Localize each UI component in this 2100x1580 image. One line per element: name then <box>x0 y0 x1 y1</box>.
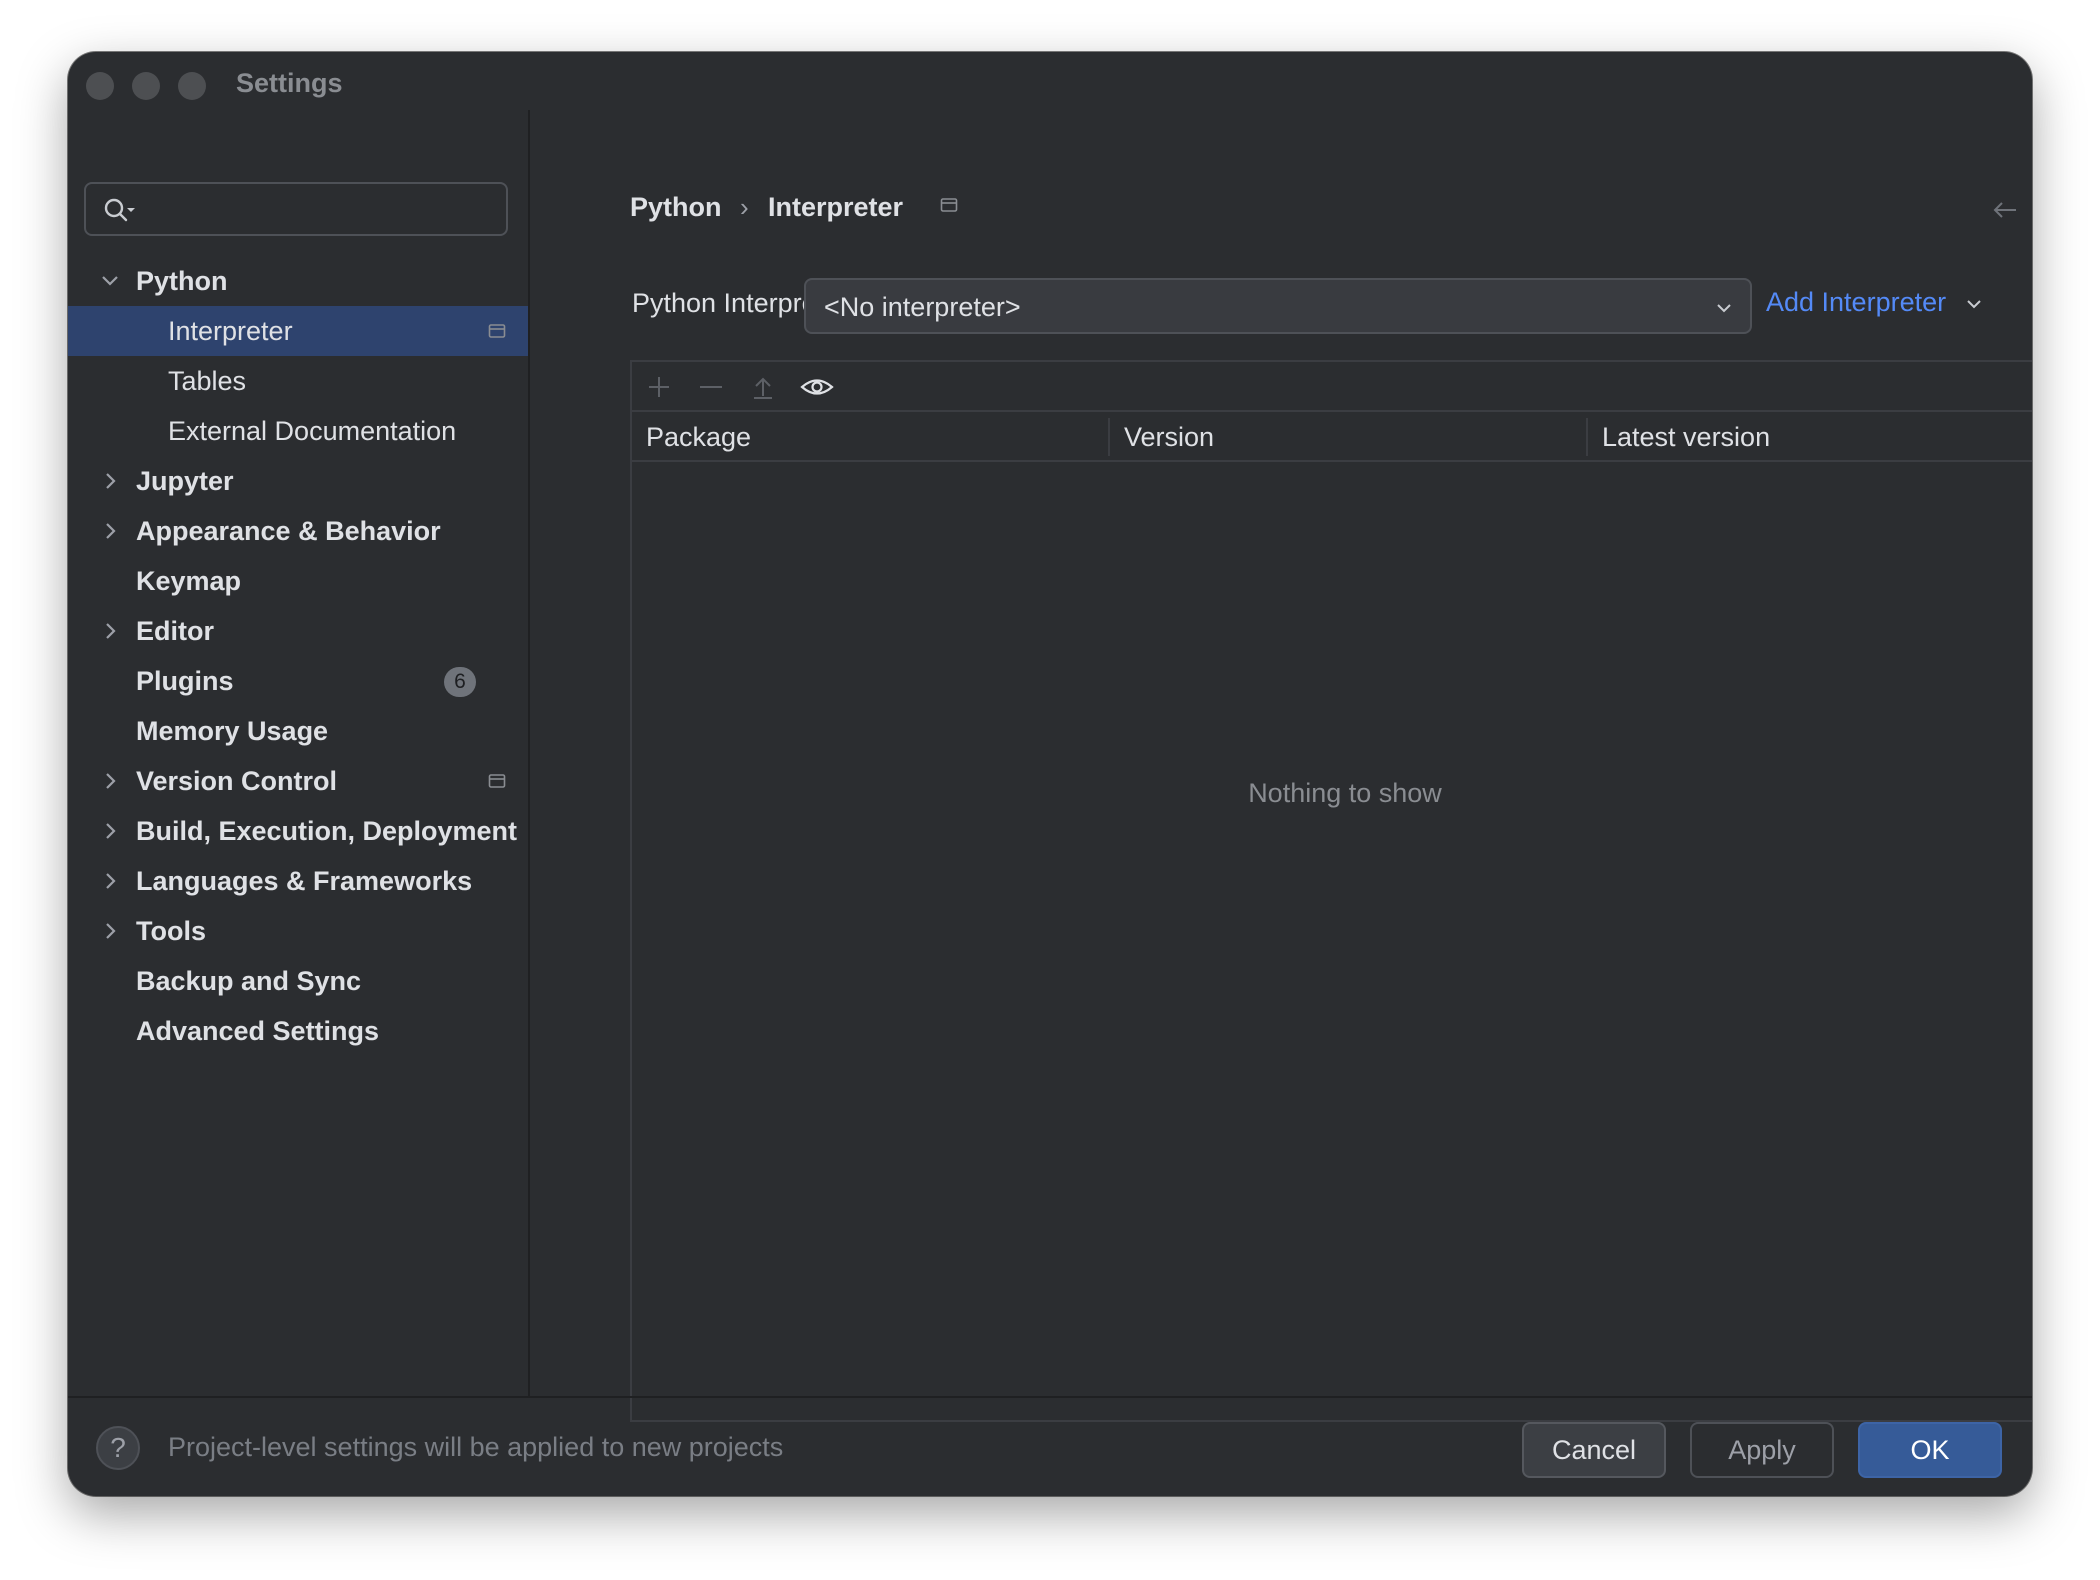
project-level-icon <box>488 324 506 338</box>
minimize-window-button[interactable] <box>132 72 160 100</box>
sidebar-item-label: Languages & Frameworks <box>136 866 473 896</box>
sidebar-item-appearance-behavior[interactable]: Appearance & Behavior <box>68 506 528 556</box>
sidebar-item-label: Version Control <box>136 766 338 796</box>
sidebar-item-jupyter[interactable]: Jupyter <box>68 456 528 506</box>
chevron-right-icon[interactable] <box>98 819 122 843</box>
python-interpreter-select[interactable]: <No interpreter> <box>804 278 1752 334</box>
chevron-right-icon[interactable] <box>98 919 122 943</box>
search-input[interactable] <box>84 182 508 236</box>
sidebar-item-editor[interactable]: Editor <box>68 606 528 656</box>
help-button[interactable]: ? <box>96 1426 140 1470</box>
sidebar-item-backup-and-sync[interactable]: Backup and Sync <box>68 956 528 1006</box>
sidebar-item-advanced-settings[interactable]: Advanced Settings <box>68 1006 528 1056</box>
title-bar: Settings <box>68 52 2032 116</box>
sidebar-item-label: Jupyter <box>136 466 234 496</box>
zoom-window-button[interactable] <box>178 72 206 100</box>
sidebar-item-label: Interpreter <box>168 316 293 346</box>
sidebar-item-label: Tools <box>136 916 206 946</box>
sidebar-item-label: Backup and Sync <box>136 966 362 996</box>
window-title: Settings <box>236 68 343 98</box>
sidebar-item-tables[interactable]: Tables <box>68 356 528 406</box>
sidebar-item-interpreter[interactable]: Interpreter <box>68 306 528 356</box>
sidebar-item-label: Appearance & Behavior <box>136 516 441 546</box>
packages-panel: Package Version Latest version Nothing t… <box>630 360 2032 1422</box>
column-header-label: Latest version <box>1602 422 1771 452</box>
close-window-button[interactable] <box>86 72 114 100</box>
chevron-right-icon[interactable] <box>98 769 122 793</box>
empty-state-text: Nothing to show <box>1248 778 1442 808</box>
sidebar-item-build-execution-deployment[interactable]: Build, Execution, Deployment <box>68 806 528 856</box>
sidebar-item-label: Editor <box>136 616 214 646</box>
python-interpreter-value: <No interpreter> <box>824 292 1021 322</box>
settings-content: Python › Interpreter Python Interpreter:… <box>530 116 2032 1422</box>
settings-window: Settings Python Interpreter Tables Exter… <box>68 52 2032 1496</box>
sidebar-item-label: Advanced Settings <box>136 1016 380 1046</box>
column-header-label: Package <box>646 422 752 452</box>
chevron-right-icon[interactable] <box>98 619 122 643</box>
chevron-down-icon[interactable] <box>98 269 122 293</box>
sidebar-item-label: Plugins <box>136 666 234 696</box>
sidebar-item-keymap[interactable]: Keymap <box>68 556 528 606</box>
column-header-version[interactable]: Version <box>1110 412 1586 460</box>
sidebar-item-plugins[interactable]: Plugins 6 <box>68 656 528 706</box>
breadcrumb-parent[interactable]: Python <box>630 192 722 223</box>
dialog-footer: ? Project-level settings will be applied… <box>68 1396 2032 1496</box>
sidebar-item-external-documentation[interactable]: External Documentation <box>68 406 528 456</box>
back-arrow-icon[interactable] <box>1990 198 2020 222</box>
chevron-down-icon <box>1717 304 1731 313</box>
packages-table-header: Package Version Latest version <box>632 412 2032 462</box>
chevron-down-icon[interactable] <box>1964 294 1984 314</box>
sidebar-item-version-control[interactable]: Version Control <box>68 756 528 806</box>
sidebar-item-label: Tables <box>168 366 247 396</box>
sidebar-item-label: External Documentation <box>168 416 457 446</box>
column-header-label: Version <box>1124 422 1215 452</box>
sidebar-item-label: Python <box>136 266 228 296</box>
project-level-icon <box>940 198 958 212</box>
footer-message: Project-level settings will be applied t… <box>168 1432 784 1462</box>
sidebar-item-languages-frameworks[interactable]: Languages & Frameworks <box>68 856 528 906</box>
packages-toolbar <box>632 362 2032 412</box>
breadcrumb-separator: › <box>740 192 749 222</box>
breadcrumb-current: Interpreter <box>768 192 904 222</box>
cancel-button[interactable]: Cancel <box>1522 1422 1666 1478</box>
add-package-icon[interactable] <box>644 374 674 400</box>
sidebar-item-python[interactable]: Python <box>68 256 528 306</box>
apply-button[interactable]: Apply <box>1690 1422 1834 1478</box>
column-header-package[interactable]: Package <box>632 412 1108 460</box>
search-icon <box>104 198 135 222</box>
remove-package-icon[interactable] <box>696 374 726 400</box>
project-level-icon <box>488 774 506 788</box>
sidebar-item-label: Build, Execution, Deployment <box>136 816 518 846</box>
eye-icon[interactable] <box>800 374 834 400</box>
column-header-latest-version[interactable]: Latest version <box>1588 412 2032 460</box>
ok-button[interactable]: OK <box>1858 1422 2002 1478</box>
sidebar-item-memory-usage[interactable]: Memory Usage <box>68 706 528 756</box>
sidebar-item-tools[interactable]: Tools <box>68 906 528 956</box>
sidebar-item-label: Memory Usage <box>136 716 329 746</box>
chevron-right-icon[interactable] <box>98 519 122 543</box>
add-interpreter-link[interactable]: Add Interpreter <box>1766 287 1946 318</box>
sidebar-item-label: Keymap <box>136 566 242 596</box>
plugins-update-badge: 6 <box>444 667 476 697</box>
settings-sidebar: Python Interpreter Tables External Docum… <box>68 116 528 1396</box>
chevron-right-icon[interactable] <box>98 869 122 893</box>
upgrade-package-icon[interactable] <box>748 374 778 400</box>
chevron-right-icon[interactable] <box>98 469 122 493</box>
